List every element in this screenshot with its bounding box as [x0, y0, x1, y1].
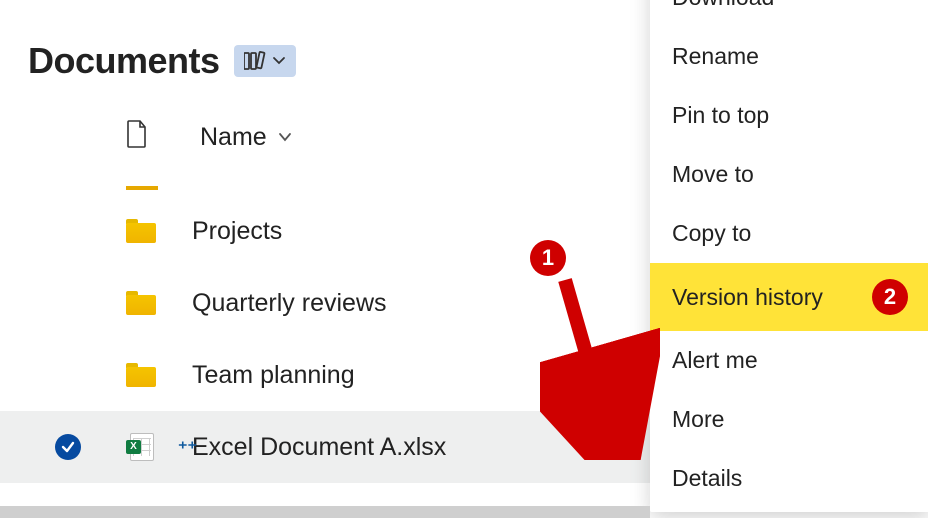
- view-icon: [244, 51, 268, 71]
- column-indicator: [126, 186, 158, 190]
- selected-check-icon[interactable]: [55, 434, 81, 460]
- annotation-badge-1: 1: [530, 240, 566, 276]
- new-indicator-icon: ⁺⁺: [178, 438, 197, 459]
- column-header-name[interactable]: Name: [200, 123, 293, 152]
- bottom-bar: [0, 506, 650, 518]
- menu-item-rename[interactable]: Rename: [650, 27, 928, 86]
- menu-item-move-to[interactable]: Move to: [650, 145, 928, 204]
- excel-file-icon: X: [126, 433, 154, 461]
- context-menu: Download Rename Pin to top Move to Copy …: [650, 0, 928, 512]
- page-title: Documents: [28, 40, 220, 82]
- folder-icon: [126, 219, 156, 243]
- file-type-icon: [126, 120, 148, 155]
- menu-item-more[interactable]: More: [650, 390, 928, 449]
- menu-item-version-history[interactable]: Version history 2: [650, 263, 928, 331]
- annotation-badge-2: 2: [872, 279, 908, 315]
- menu-item-download[interactable]: Download: [650, 0, 928, 27]
- chevron-down-icon: [272, 54, 286, 68]
- menu-item-pin-to-top[interactable]: Pin to top: [650, 86, 928, 145]
- view-switcher[interactable]: [234, 45, 296, 77]
- folder-icon: [126, 291, 156, 315]
- menu-item-details[interactable]: Details: [650, 449, 928, 508]
- chevron-down-icon: [277, 123, 293, 152]
- menu-item-label: Version history: [672, 284, 823, 311]
- menu-item-alert-me[interactable]: Alert me: [650, 331, 928, 390]
- column-name-label: Name: [200, 123, 267, 152]
- menu-item-copy-to[interactable]: Copy to: [650, 204, 928, 263]
- folder-icon: [126, 363, 156, 387]
